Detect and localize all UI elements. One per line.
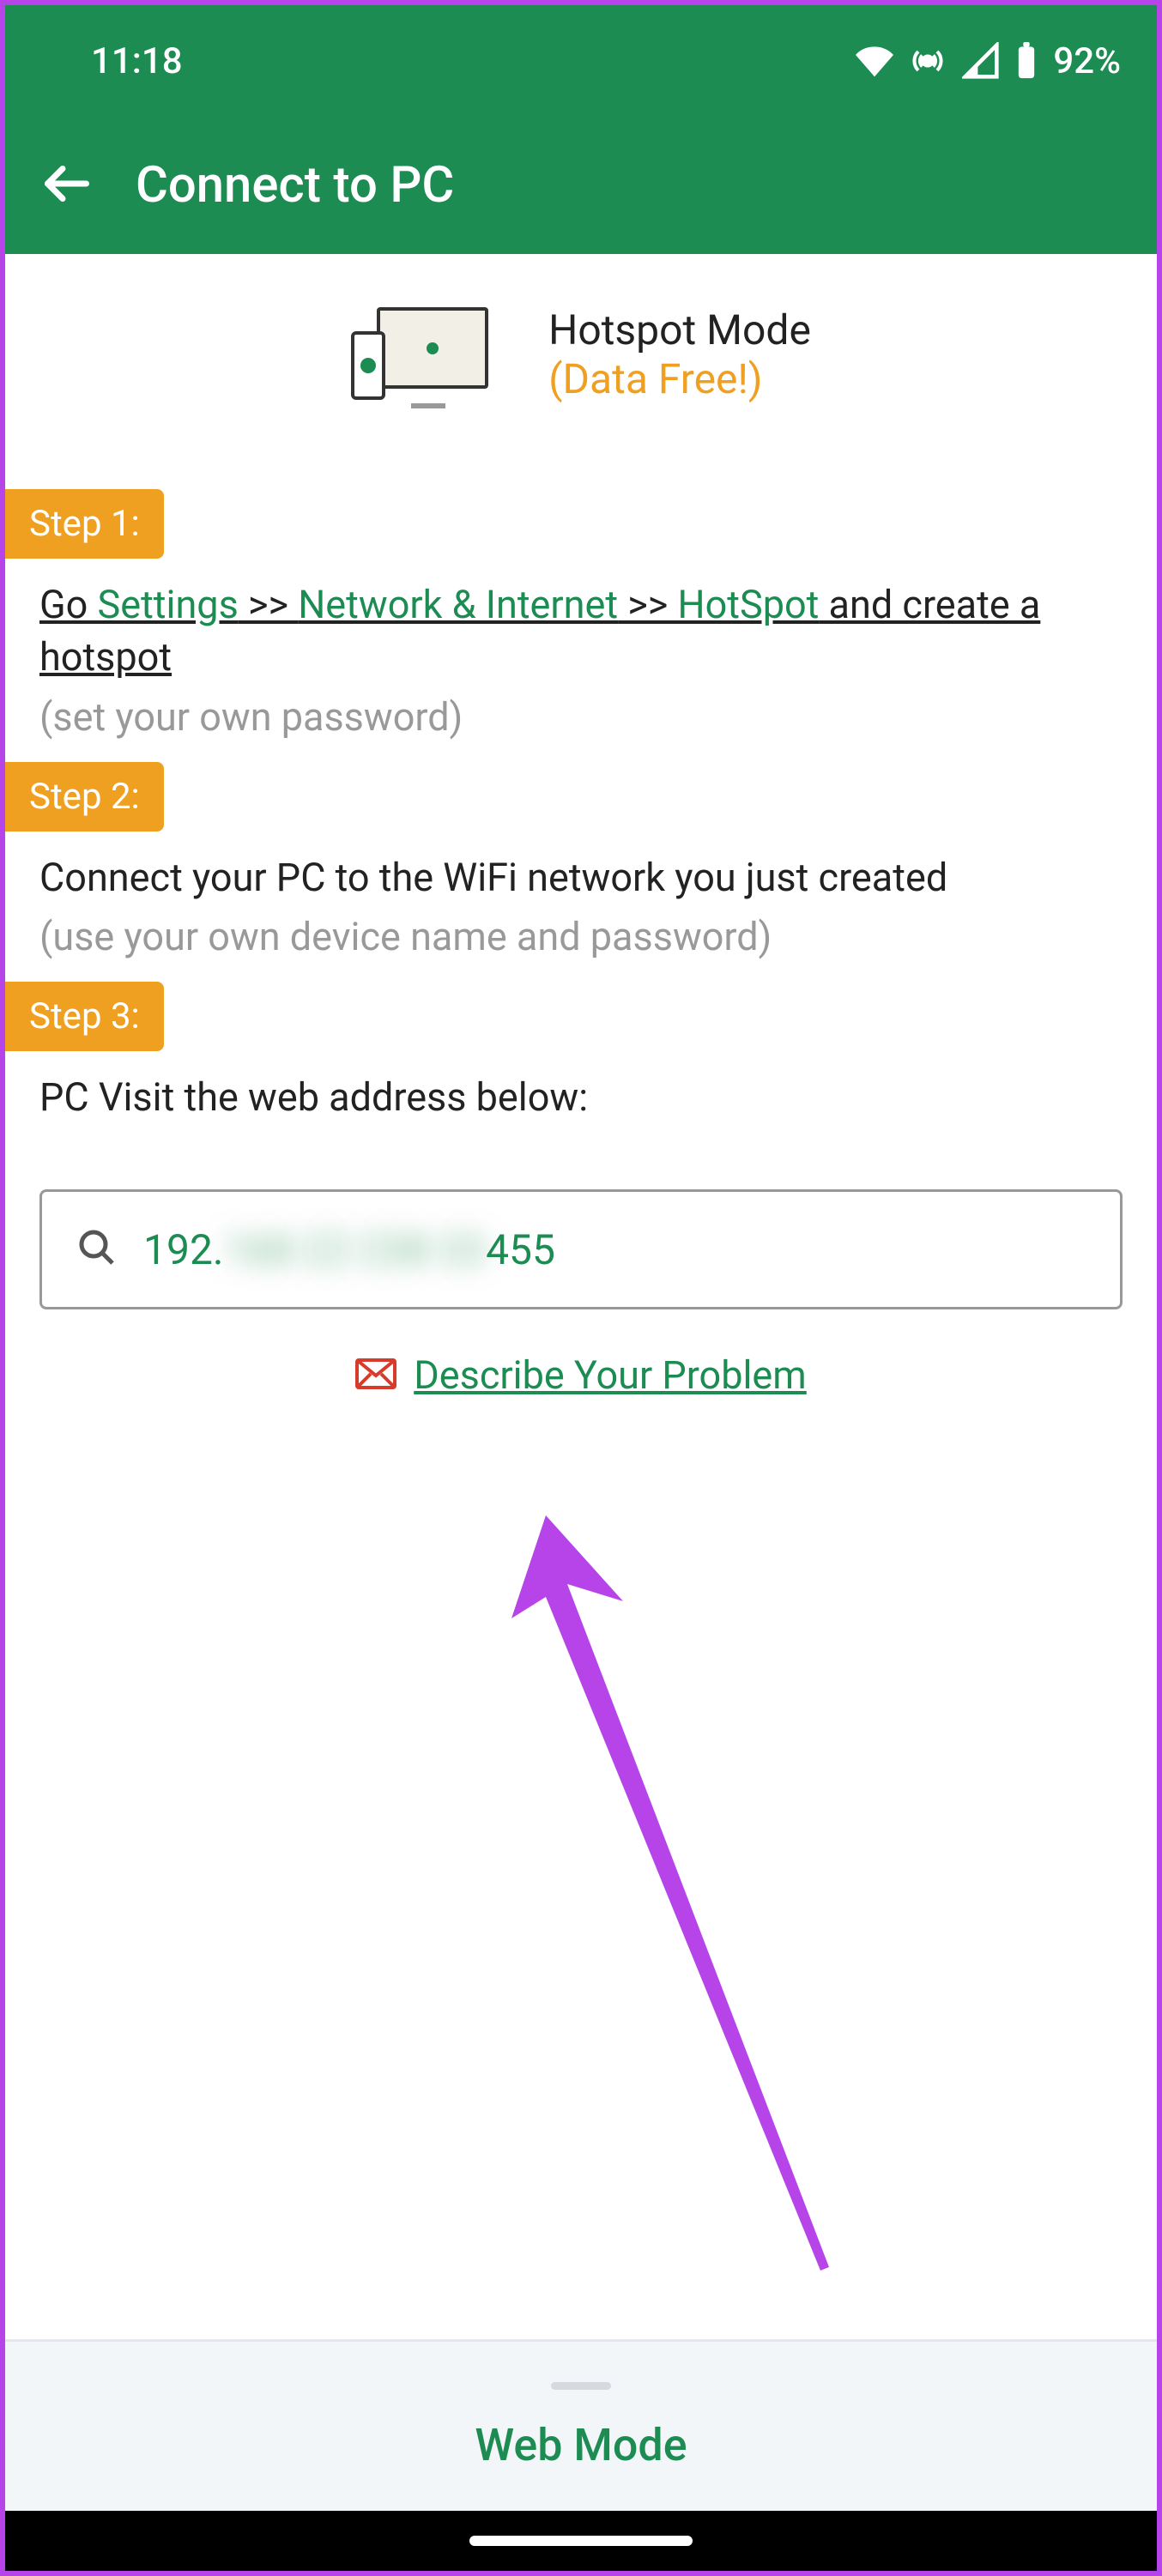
nav-home-indicator[interactable] (469, 2536, 693, 2546)
back-icon[interactable] (41, 158, 93, 213)
ip-suffix: 455 (486, 1225, 555, 1274)
status-time: 11:18 (41, 40, 183, 82)
navigation-bar (5, 2511, 1157, 2571)
text: >> (239, 582, 298, 627)
step-3-section: Step 3: PC Visit the web address below: (5, 964, 1157, 1129)
page-title: Connect to PC (136, 156, 454, 215)
signal-icon (962, 42, 1000, 80)
web-mode-label[interactable]: Web Mode (475, 2419, 687, 2471)
search-icon (76, 1227, 118, 1272)
app-bar: Connect to PC (5, 117, 1157, 254)
step-2-text: Connect your PC to the WiFi network you … (5, 831, 1157, 910)
mode-title: Hotspot Mode (548, 305, 811, 354)
mail-icon (355, 1358, 396, 1394)
annotation-cursor-icon (511, 1515, 872, 2291)
settings-link[interactable]: Settings (97, 582, 238, 627)
device-frame: 11:18 92% Connect to PC (0, 0, 1162, 2576)
web-address-box[interactable]: 192.168 22 238 33455 (39, 1189, 1123, 1309)
text: >> (618, 582, 677, 627)
mode-header: Hotspot Mode (Data Free!) (5, 254, 1157, 472)
wifi-icon (856, 42, 893, 80)
ip-blurred: 168 22 238 33 (224, 1225, 486, 1274)
devices-illustration-icon (351, 307, 488, 402)
step-3-text: PC Visit the web address below: (5, 1051, 1157, 1129)
step-2-section: Step 2: Connect your PC to the WiFi netw… (5, 745, 1157, 965)
step-2-hint: (use your own device name and password) (5, 909, 1157, 964)
network-internet-link[interactable]: Network & Internet (298, 582, 618, 627)
step-3-badge: Step 3: (5, 982, 164, 1051)
step-1-section: Step 1: Go Settings >> Network & Interne… (5, 472, 1157, 745)
bottom-sheet[interactable]: Web Mode (5, 2339, 1157, 2511)
hotspot-link[interactable]: HotSpot (677, 582, 819, 627)
step-1-hint: (set your own password) (5, 689, 1157, 745)
step-2-badge: Step 2: (5, 762, 164, 831)
describe-problem-row: Describe Your Problem (5, 1352, 1157, 1398)
web-address-value: 192.168 22 238 33455 (143, 1225, 555, 1274)
battery-percent: 92% (1053, 40, 1121, 82)
status-bar: 11:18 92% (5, 5, 1157, 117)
mode-subtitle: (Data Free!) (548, 354, 811, 403)
ip-prefix: 192. (143, 1225, 224, 1274)
hotspot-icon (909, 42, 947, 80)
main-content: Hotspot Mode (Data Free!) Step 1: Go Set… (5, 254, 1157, 2339)
text: Go (39, 582, 97, 627)
drag-handle-icon[interactable] (551, 2382, 611, 2390)
battery-icon (1015, 42, 1038, 80)
step-1-text: Go Settings >> Network & Internet >> Hot… (5, 559, 1157, 689)
status-indicators: 92% (856, 40, 1121, 82)
step-1-badge: Step 1: (5, 489, 164, 559)
describe-problem-link[interactable]: Describe Your Problem (414, 1352, 807, 1398)
